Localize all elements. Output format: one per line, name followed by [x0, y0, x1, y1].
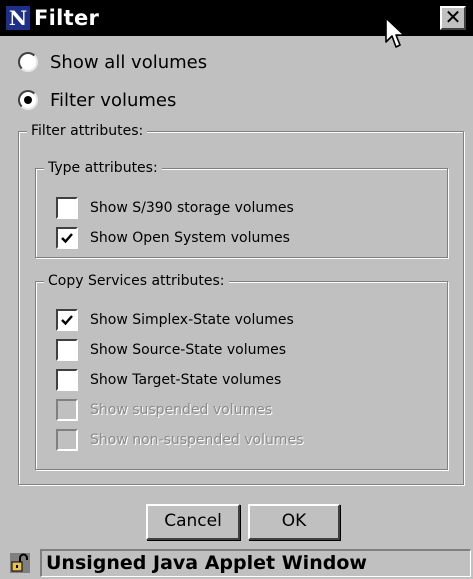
show-non-suspended-checkbox	[56, 429, 78, 451]
status-text: Unsigned Java Applet Window	[40, 549, 471, 577]
show-s390-volumes-checkbox[interactable]	[56, 197, 78, 219]
type-attributes-title: Type attributes:	[44, 159, 162, 177]
show-all-volumes-option[interactable]: Show all volumes	[18, 48, 207, 76]
unlocked-icon	[10, 553, 30, 573]
show-simplex-state-option[interactable]: Show Simplex-State volumes	[56, 308, 294, 332]
window-title: Filter	[34, 6, 100, 30]
show-non-suspended-option: Show non-suspended volumes	[56, 428, 303, 452]
show-source-state-label: Show Source-State volumes	[90, 342, 287, 358]
show-suspended-label: Show suspended volumes	[90, 402, 273, 418]
show-non-suspended-label: Show non-suspended volumes	[90, 432, 304, 448]
show-s390-volumes-label: Show S/390 storage volumes	[90, 200, 294, 216]
show-suspended-checkbox	[56, 399, 78, 421]
checkmark-icon	[61, 315, 73, 326]
cancel-button[interactable]: Cancel	[146, 504, 240, 540]
netscape-logo-icon: N	[6, 6, 30, 30]
show-simplex-state-checkbox[interactable]	[56, 309, 78, 331]
copy-services-attributes-title: Copy Services attributes:	[44, 272, 229, 290]
show-open-system-volumes-option[interactable]: Show Open System volumes	[56, 226, 290, 250]
show-source-state-checkbox[interactable]	[56, 339, 78, 361]
filter-volumes-label: Filter volumes	[50, 89, 177, 111]
filter-attributes-title: Filter attributes:	[27, 122, 148, 140]
show-simplex-state-label: Show Simplex-State volumes	[90, 312, 294, 328]
show-s390-volumes-option[interactable]: Show S/390 storage volumes	[56, 196, 294, 220]
show-source-state-option[interactable]: Show Source-State volumes	[56, 338, 286, 362]
checkmark-icon	[61, 233, 73, 244]
show-all-volumes-radio[interactable]	[18, 52, 38, 72]
show-target-state-label: Show Target-State volumes	[90, 372, 282, 388]
filter-volumes-option[interactable]: Filter volumes	[18, 86, 176, 114]
mouse-cursor-icon	[385, 17, 405, 48]
close-button[interactable]: ✕	[440, 6, 466, 30]
ok-button[interactable]: OK	[248, 504, 340, 540]
show-open-system-volumes-checkbox[interactable]	[56, 227, 78, 249]
status-bar: Unsigned Java Applet Window	[0, 548, 473, 579]
show-target-state-option[interactable]: Show Target-State volumes	[56, 368, 281, 392]
filter-volumes-radio[interactable]	[18, 90, 38, 110]
show-all-volumes-label: Show all volumes	[50, 51, 208, 73]
show-suspended-option: Show suspended volumes	[56, 398, 272, 422]
show-target-state-checkbox[interactable]	[56, 369, 78, 391]
show-open-system-volumes-label: Show Open System volumes	[90, 230, 290, 246]
